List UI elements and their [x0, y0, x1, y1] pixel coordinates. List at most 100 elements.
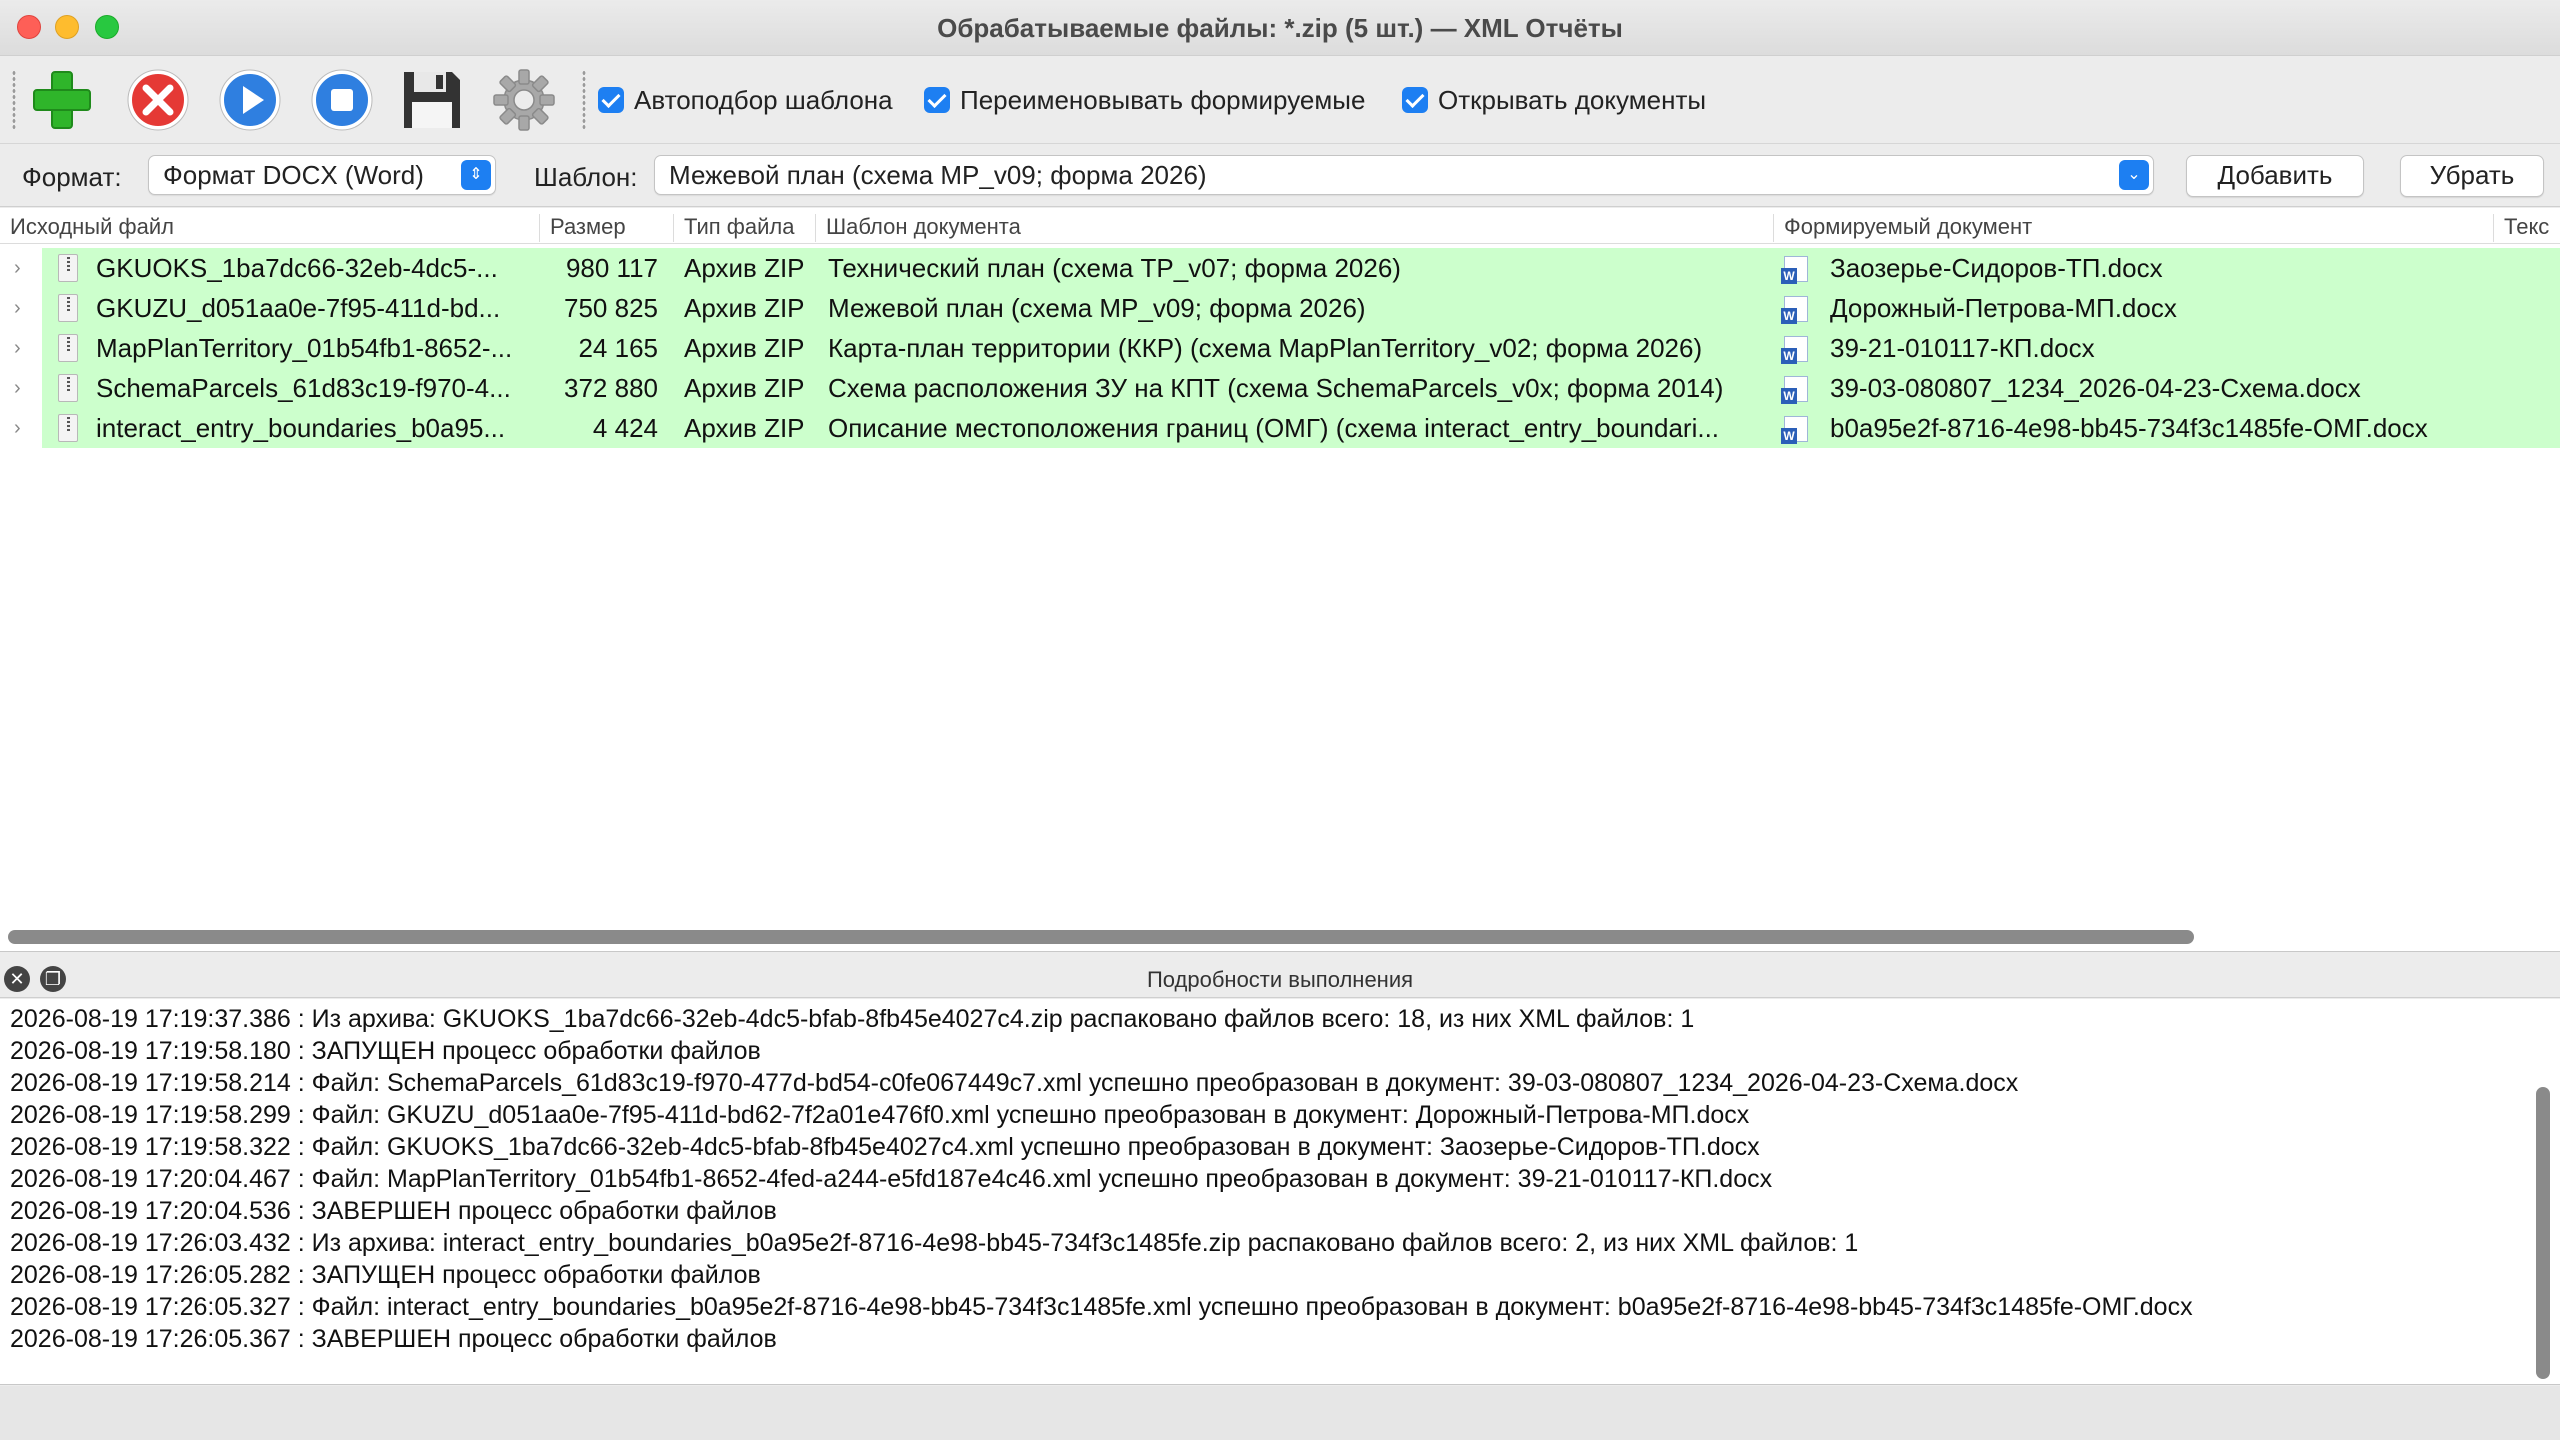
save-icon	[404, 72, 460, 128]
stop-processing-button[interactable]	[308, 66, 376, 134]
column-header-text[interactable]: Текс	[2494, 214, 2560, 242]
rename-output-label: Переименовывать формируемые	[960, 84, 1366, 115]
title-bar: Обрабатываемые файлы: *.zip (5 шт.) — XM…	[0, 0, 2560, 56]
word-document-icon	[1781, 256, 1808, 284]
add-template-button[interactable]: Добавить	[2186, 155, 2364, 197]
zip-file-icon	[58, 334, 78, 362]
word-document-icon	[1781, 416, 1808, 444]
cell-output-document: Заозерье-Сидоров-ТП.docx	[1830, 253, 2163, 283]
checkbox-box[interactable]	[924, 87, 950, 113]
stop-icon	[311, 69, 373, 131]
app-window: Обрабатываемые файлы: *.zip (5 шт.) — XM…	[0, 0, 2560, 1440]
chevron-down-icon: ⌄	[2119, 160, 2149, 190]
log-line: 2026-08-19 17:26:05.367 : ЗАВЕРШЕН проце…	[10, 1325, 777, 1353]
save-button[interactable]	[398, 66, 466, 134]
template-select[interactable]: Межевой план (схема MP_v09; форма 2026) …	[654, 155, 2154, 195]
disclosure-chevron-icon[interactable]: ›	[14, 257, 21, 280]
cell-template: Описание местоположения границ (ОМГ) (сх…	[828, 413, 1720, 443]
zip-file-icon	[58, 414, 78, 442]
format-label: Формат:	[22, 162, 122, 192]
rename-output-checkbox[interactable]: Переименовывать формируемые	[924, 83, 1365, 117]
log-line: 2026-08-19 17:19:58.322 : Файл: GKUOKS_1…	[10, 1133, 1760, 1161]
cell-source-file: GKUOKS_1ba7dc66-32eb-4dc5-...	[96, 253, 498, 283]
checkbox-box[interactable]	[1402, 87, 1428, 113]
disclosure-chevron-icon[interactable]: ›	[14, 377, 21, 400]
disclosure-chevron-icon[interactable]: ›	[14, 297, 21, 320]
open-documents-label: Открывать документы	[1438, 84, 1707, 115]
play-icon	[219, 69, 281, 131]
cell-source-file: MapPlanTerritory_01b54fb1-8652-...	[96, 333, 513, 363]
cell-file-type: Архив ZIP	[684, 373, 805, 403]
add-icon	[33, 71, 91, 129]
remove-files-button[interactable]	[124, 66, 192, 134]
log-header: ✕ ❐ Подробности выполнения	[0, 960, 2560, 998]
cell-file-type: Архив ZIP	[684, 413, 805, 443]
log-title: Подробности выполнения	[1146, 967, 1414, 992]
table-row[interactable]: › GKUOKS_1ba7dc66-32eb-4dc5-... 980 117 …	[0, 248, 2560, 288]
word-document-icon	[1781, 296, 1808, 324]
format-select-value: Формат DOCX (Word)	[163, 160, 424, 190]
column-header-source-file[interactable]: Исходный файл	[0, 214, 540, 242]
remove-template-button[interactable]: Убрать	[2400, 155, 2544, 197]
files-table: Исходный файл Размер Тип файла Шаблон до…	[0, 208, 2560, 952]
toolbar-grip[interactable]	[12, 70, 16, 130]
log-line: 2026-08-19 17:20:04.536 : ЗАВЕРШЕН проце…	[10, 1197, 777, 1225]
log-line: 2026-08-19 17:19:58.180 : ЗАПУЩЕН процес…	[10, 1037, 761, 1065]
cell-size: 372 880	[564, 373, 658, 403]
cell-source-file: SchemaParcels_61d83c19-f970-4...	[96, 373, 511, 403]
log-line: 2026-08-19 17:19:37.386 : Из архива: GKU…	[10, 1005, 1695, 1033]
cell-template: Технический план (схема TP_v07; форма 20…	[828, 253, 1401, 283]
checkbox-box[interactable]	[598, 87, 624, 113]
zip-file-icon	[58, 294, 78, 322]
cell-output-document: Дорожный-Петрова-МП.docx	[1830, 293, 2177, 323]
disclosure-chevron-icon[interactable]: ›	[14, 337, 21, 360]
vertical-scrollbar[interactable]	[2536, 1087, 2550, 1379]
cell-output-document: b0a95e2f-8716-4e98-bb45-734f3c1485fe-ОМГ…	[1830, 413, 2428, 443]
column-header-template[interactable]: Шаблон документа	[816, 214, 1774, 242]
auto-template-checkbox[interactable]: Автоподбор шаблона	[598, 83, 893, 117]
status-bar	[0, 1386, 2560, 1440]
toolbar: Автоподбор шаблона Переименовывать форми…	[0, 56, 2560, 144]
cell-template: Схема расположения ЗУ на КПТ (схема Sche…	[828, 373, 1724, 403]
cell-file-type: Архив ZIP	[684, 293, 805, 323]
cell-file-type: Архив ZIP	[684, 333, 805, 363]
column-header-size[interactable]: Размер	[540, 214, 674, 242]
word-document-icon	[1781, 376, 1808, 404]
table-row[interactable]: › GKUZU_d051aa0e-7f95-411d-bd... 750 825…	[0, 288, 2560, 328]
cell-output-document: 39-21-010117-КП.docx	[1830, 333, 2095, 363]
log-line: 2026-08-19 17:26:05.282 : ЗАПУЩЕН процес…	[10, 1261, 761, 1289]
column-header-file-type[interactable]: Тип файла	[674, 214, 816, 242]
log-line: 2026-08-19 17:26:05.327 : Файл: interact…	[10, 1293, 2193, 1321]
zip-file-icon	[58, 374, 78, 402]
template-label: Шаблон:	[534, 162, 638, 192]
table-row[interactable]: › MapPlanTerritory_01b54fb1-8652-... 24 …	[0, 328, 2560, 368]
table-header: Исходный файл Размер Тип файла Шаблон до…	[0, 208, 2560, 244]
format-select[interactable]: Формат DOCX (Word) ⇕	[148, 155, 496, 195]
cell-size: 24 165	[578, 333, 658, 363]
cell-size: 750 825	[564, 293, 658, 323]
settings-button[interactable]	[490, 66, 558, 134]
cell-source-file: GKUZU_d051aa0e-7f95-411d-bd...	[96, 293, 501, 323]
open-documents-checkbox[interactable]: Открывать документы	[1402, 83, 1706, 117]
cell-file-type: Архив ZIP	[684, 253, 805, 283]
gear-icon	[493, 69, 555, 131]
cell-template: Межевой план (схема MP_v09; форма 2026)	[828, 293, 1366, 323]
word-document-icon	[1781, 336, 1808, 364]
updown-chevron-icon: ⇕	[461, 160, 491, 190]
table-row[interactable]: › SchemaParcels_61d83c19-f970-4... 372 8…	[0, 368, 2560, 408]
horizontal-scrollbar[interactable]	[8, 930, 2194, 944]
delete-icon	[127, 69, 189, 131]
auto-template-label: Автоподбор шаблона	[634, 84, 893, 115]
cell-template: Карта-план территории (ККР) (схема MapPl…	[828, 333, 1703, 363]
table-row[interactable]: › interact_entry_boundaries_b0a95... 4 4…	[0, 408, 2560, 448]
window-title: Обрабатываемые файлы: *.zip (5 шт.) — XM…	[937, 13, 1623, 43]
add-files-button[interactable]	[28, 66, 96, 134]
disclosure-chevron-icon[interactable]: ›	[14, 417, 21, 440]
column-header-output-document[interactable]: Формируемый документ	[1774, 214, 2494, 242]
cell-size: 4 424	[592, 413, 658, 443]
log-line: 2026-08-19 17:20:04.467 : Файл: MapPlanT…	[10, 1165, 1773, 1193]
log-line: 2026-08-19 17:26:03.432 : Из архива: int…	[10, 1229, 1859, 1257]
template-select-value: Межевой план (схема MP_v09; форма 2026)	[669, 160, 1207, 190]
start-processing-button[interactable]	[216, 66, 284, 134]
toolbar-grip-2[interactable]	[582, 70, 586, 130]
